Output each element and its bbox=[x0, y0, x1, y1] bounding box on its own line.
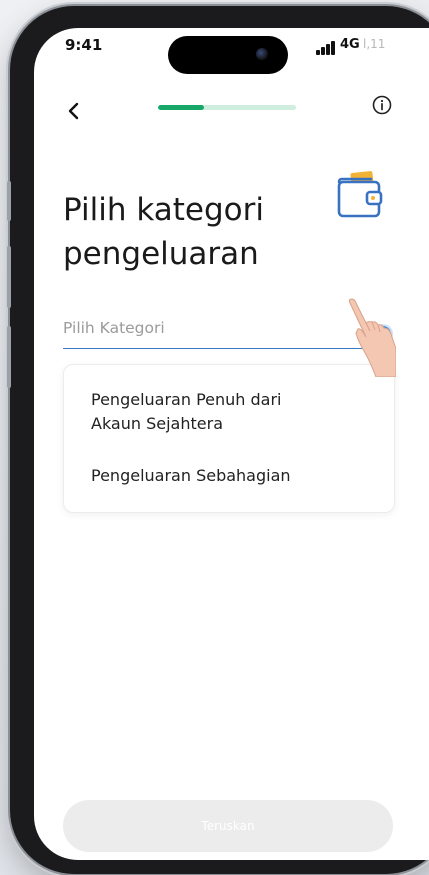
app-screen: 9:41 4G l,11 Pilih kategori pengeluaran … bbox=[34, 28, 429, 860]
option-full-withdrawal-line1: Pengeluaran Penuh dari bbox=[91, 390, 282, 409]
top-nav bbox=[34, 90, 429, 130]
status-bar: 9:41 4G l,11 bbox=[34, 28, 429, 78]
pointing-hand-icon bbox=[348, 298, 396, 377]
status-time: 9:41 bbox=[65, 36, 103, 54]
mute-switch bbox=[7, 181, 11, 221]
volume-down-button bbox=[7, 326, 11, 388]
category-dropdown: Pengeluaran Penuh dari Akaun Sejahtera P… bbox=[63, 364, 395, 513]
page-title-line1: Pilih kategori bbox=[63, 192, 264, 228]
category-select[interactable]: Pilih Kategori bbox=[63, 316, 393, 349]
category-select-placeholder: Pilih Kategori bbox=[63, 319, 165, 337]
signal-icon bbox=[316, 41, 336, 55]
info-circle-icon bbox=[372, 95, 392, 115]
option-full-withdrawal[interactable]: Pengeluaran Penuh dari Akaun Sejahtera bbox=[91, 388, 381, 436]
battery-icon: l,11 bbox=[363, 37, 386, 51]
progress-bar bbox=[158, 105, 296, 110]
back-button[interactable] bbox=[64, 92, 92, 126]
option-partial-withdrawal-line1: Pengeluaran Sebahagian bbox=[91, 466, 291, 485]
chevron-left-icon bbox=[68, 102, 79, 120]
info-button[interactable] bbox=[371, 94, 393, 116]
wallet-icon bbox=[337, 171, 383, 218]
option-full-withdrawal-line2: Akaun Sejahtera bbox=[91, 414, 223, 433]
continue-button[interactable]: Teruskan bbox=[63, 800, 393, 852]
page-title-line2: pengeluaran bbox=[63, 236, 259, 272]
progress-fill bbox=[158, 105, 204, 110]
page-title: Pilih kategori pengeluaran bbox=[63, 188, 323, 276]
network-label: 4G bbox=[340, 37, 360, 52]
dynamic-island bbox=[168, 36, 288, 74]
volume-up-button bbox=[7, 246, 11, 308]
option-partial-withdrawal[interactable]: Pengeluaran Sebahagian bbox=[91, 464, 381, 488]
camera-icon bbox=[256, 48, 268, 60]
